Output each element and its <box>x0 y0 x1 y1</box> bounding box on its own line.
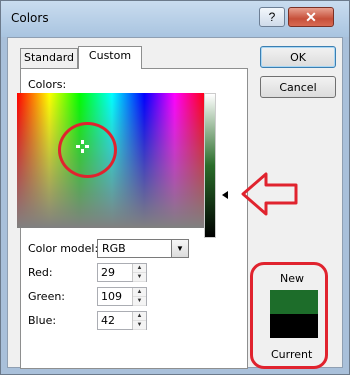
chevron-down-icon[interactable]: ▼ <box>171 240 188 257</box>
colors-label: Colors: <box>28 78 67 91</box>
annotation-arrow-icon <box>241 172 298 216</box>
help-button[interactable]: ? <box>259 7 285 27</box>
close-button[interactable]: ✕ <box>288 7 334 27</box>
red-value: 29 <box>101 266 115 279</box>
blue-stepper[interactable]: 42 ▲ ▼ <box>97 311 147 330</box>
green-down-icon[interactable]: ▼ <box>133 297 146 306</box>
tab-custom[interactable]: Custom <box>78 46 142 69</box>
green-up-icon[interactable]: ▲ <box>133 288 146 297</box>
green-label: Green: <box>28 290 66 303</box>
red-down-icon[interactable]: ▼ <box>133 273 146 282</box>
green-stepper[interactable]: 109 ▲ ▼ <box>97 287 147 306</box>
title-bar: Colors ? ✕ <box>1 1 349 37</box>
blue-label: Blue: <box>28 314 57 327</box>
blue-up-icon[interactable]: ▲ <box>133 312 146 321</box>
color-model-label: Color model: <box>28 242 99 255</box>
red-stepper[interactable]: 29 ▲ ▼ <box>97 263 147 282</box>
luminance-slider[interactable] <box>204 93 216 238</box>
blue-value: 42 <box>101 314 115 327</box>
annotation-circle <box>58 122 117 178</box>
color-model-value: RGB <box>102 242 126 255</box>
green-value: 109 <box>101 290 122 303</box>
color-model-select[interactable]: RGB ▼ <box>97 239 189 258</box>
dialog-title: Colors <box>11 11 49 25</box>
tab-standard[interactable]: Standard <box>20 48 78 68</box>
red-up-icon[interactable]: ▲ <box>133 264 146 273</box>
luminance-arrow-icon[interactable] <box>222 191 228 199</box>
annotation-box <box>250 262 328 369</box>
red-label: Red: <box>28 266 53 279</box>
blue-down-icon[interactable]: ▼ <box>133 321 146 330</box>
close-icon: ✕ <box>305 8 317 25</box>
help-icon: ? <box>268 10 276 24</box>
cancel-button[interactable]: Cancel <box>260 76 336 98</box>
ok-button[interactable]: OK <box>260 46 336 68</box>
